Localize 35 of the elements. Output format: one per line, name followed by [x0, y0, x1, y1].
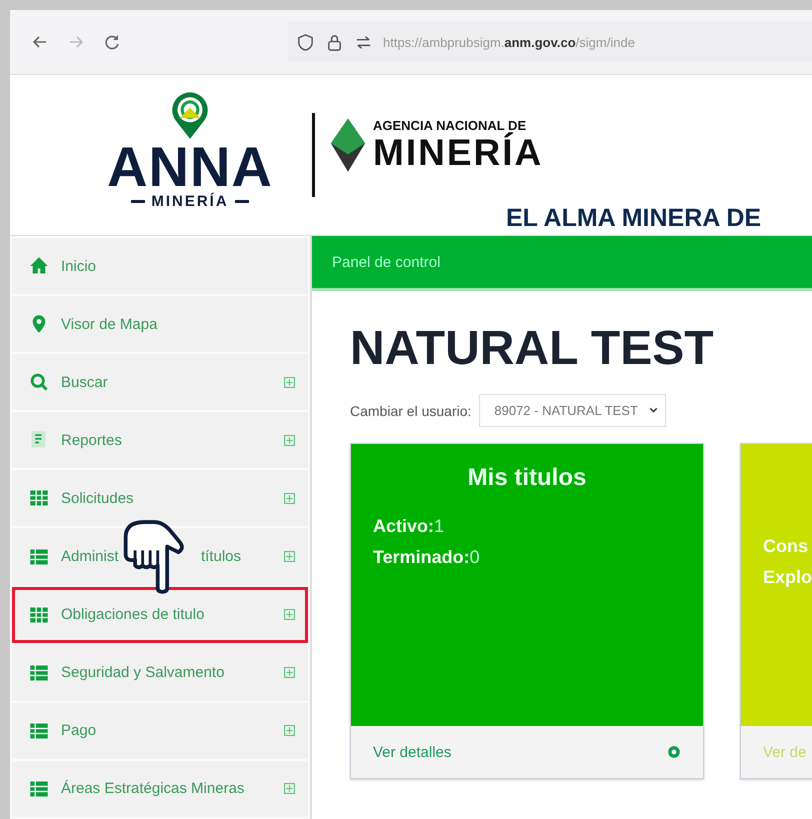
card-stat: Cons — [763, 536, 809, 557]
sidebar-item[interactable]: Obligaciones de titulo — [12, 586, 308, 643]
list-icon — [29, 778, 49, 799]
user-dropdown[interactable]: 89072 - NATURAL TEST — [479, 394, 666, 427]
logo-text: ANNA — [107, 140, 273, 192]
card-title: Mis titulos — [468, 464, 586, 492]
grid-icon — [29, 488, 49, 508]
agency-caption: AGENCIA NACIONAL DE — [373, 118, 526, 132]
agency-name: MINERÍA — [373, 132, 544, 172]
shield-icon — [296, 32, 315, 52]
sidebar-item[interactable]: Seguridad y Salvamento — [12, 644, 308, 701]
card-stat: Terminado:0 — [373, 547, 481, 568]
field-label: Cambiar el usuario: — [350, 402, 472, 418]
card-stat: Activo:1 — [373, 516, 446, 537]
grid-icon — [29, 604, 49, 625]
breadcrumb-link[interactable]: Panel de control — [332, 254, 440, 270]
sidebar-item[interactable]: Reportes — [12, 412, 308, 468]
sidebar-item[interactable]: Buscar — [12, 354, 308, 410]
home-icon — [29, 256, 49, 276]
sidebar-item[interactable]: Áreas Estratégicas Mineras — [12, 760, 308, 817]
details-link[interactable]: Ver detalles — [373, 744, 452, 760]
sidebar-item[interactable]: Pago — [12, 702, 308, 759]
sidebar-item[interactable]: Solicitudes — [12, 470, 308, 526]
page-title: NATURAL TEST — [350, 321, 715, 376]
tagline: EL ALMA MINERA DE — [506, 204, 762, 233]
logo-subtitle: MINERÍA — [151, 192, 229, 210]
lock-icon — [325, 32, 344, 52]
sidebar-item[interactable]: Inicio — [12, 238, 308, 294]
sidebar-item[interactable]: Visor de Mapa — [12, 296, 308, 352]
search-icon — [29, 372, 49, 392]
url-text: https://ambprubsigm.anm.gov.co/sigm/inde — [383, 34, 635, 50]
list-icon — [29, 720, 49, 741]
address-bar[interactable]: https://ambprubsigm.anm.gov.co/sigm/inde — [288, 22, 812, 62]
card-stat: Explo — [763, 567, 812, 588]
list-icon — [29, 662, 49, 683]
